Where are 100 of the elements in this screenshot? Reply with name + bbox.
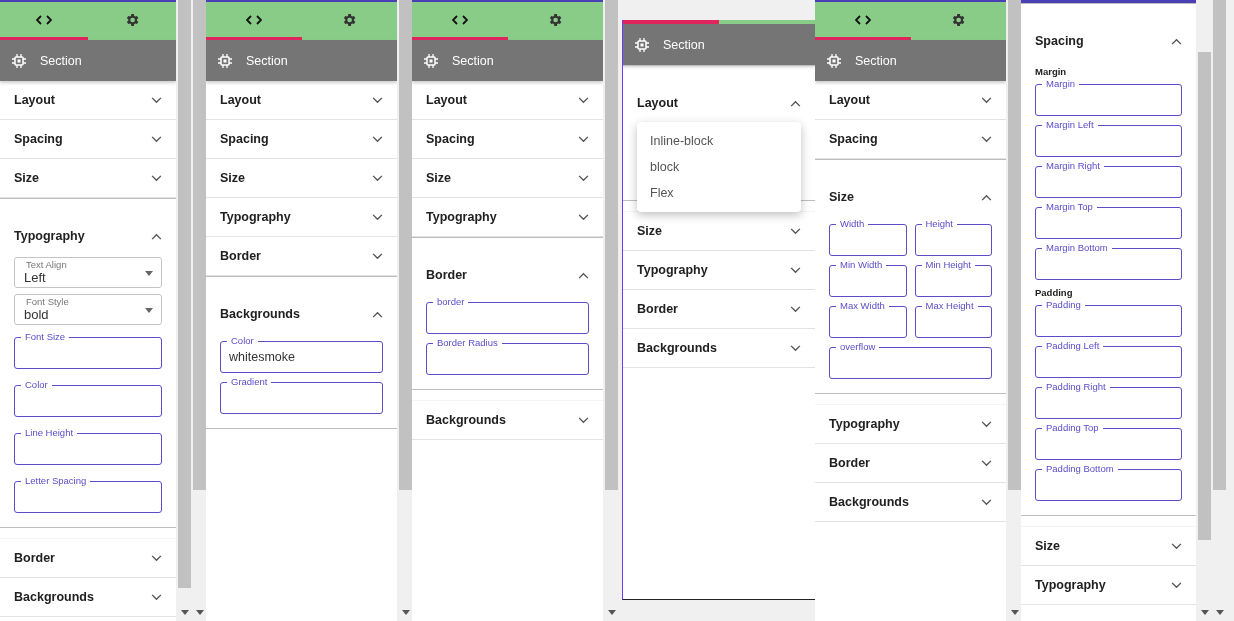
field-label: Padding — [1042, 299, 1085, 311]
input-field[interactable]: Max Height — [914, 300, 992, 338]
field-label: Max Height — [921, 300, 978, 312]
input-field[interactable]: Letter Spacing — [14, 475, 162, 513]
accordion-header[interactable]: Typography — [1021, 566, 1196, 604]
field-label: Padding Left — [1042, 340, 1104, 352]
chevron-down-icon — [578, 416, 589, 424]
accordion-header[interactable]: Border — [0, 539, 176, 577]
accordion-header[interactable]: Typography — [206, 198, 397, 236]
input-field[interactable]: Margin — [1035, 78, 1182, 116]
accordion-header[interactable]: Layout — [206, 81, 397, 119]
accordion-header[interactable]: Size — [0, 159, 176, 197]
chevron-down-icon — [578, 135, 589, 143]
gear-icon — [341, 11, 358, 28]
chevron-down-icon — [151, 174, 162, 182]
code-icon — [245, 14, 262, 25]
input-field[interactable]: Margin Top — [1035, 201, 1182, 239]
accordion-header[interactable]: Typography — [412, 198, 603, 236]
select-field[interactable]: Font Style bold — [14, 294, 162, 325]
field-label: Margin — [1042, 78, 1080, 90]
caret-icon — [145, 308, 153, 313]
header-title: Section — [663, 37, 705, 52]
input-field[interactable]: Max Width — [829, 300, 907, 338]
accordion-header[interactable]: Size — [412, 159, 603, 197]
chevron-down-icon — [790, 266, 801, 274]
input-field[interactable]: Width — [829, 218, 907, 256]
caret-icon — [145, 271, 153, 276]
input-field[interactable]: overflow — [829, 341, 992, 379]
input-field[interactable]: Font Size — [14, 331, 162, 369]
chevron-down-icon — [578, 174, 589, 182]
accordion-header[interactable]: Typography — [815, 405, 1006, 443]
input-field[interactable]: Height — [914, 218, 992, 256]
field-label: Padding Top — [1042, 422, 1103, 434]
input-field[interactable]: Padding Right — [1035, 381, 1182, 419]
input-field[interactable]: Color whitesmoke — [220, 335, 383, 373]
accordion-header[interactable]: Spacing — [412, 120, 603, 158]
input-field[interactable]: Min Width — [829, 259, 907, 297]
accordion-header[interactable]: Size — [623, 212, 815, 250]
input-field[interactable]: Min Height — [914, 259, 992, 297]
accordion-header[interactable]: Layout — [0, 81, 176, 119]
input-field[interactable]: Border Radius — [426, 337, 589, 375]
input-field[interactable]: Padding Bottom — [1035, 463, 1182, 501]
input-field[interactable]: Padding — [1035, 299, 1182, 337]
chevron-down-icon — [151, 96, 162, 104]
chevron-down-icon — [372, 174, 383, 182]
accordion-header[interactable]: Border — [623, 290, 815, 328]
accordion-header[interactable]: Spacing — [1021, 22, 1196, 60]
accordion-header[interactable]: Backgrounds — [623, 329, 815, 367]
accordion-header[interactable]: Size — [815, 178, 1006, 216]
accordion-header[interactable]: Typography — [0, 217, 176, 255]
accordion-header[interactable]: Border — [206, 237, 397, 275]
select-field[interactable]: Text Align Left — [14, 257, 162, 288]
accordion-header[interactable]: Layout — [412, 81, 603, 119]
header-title: Section — [452, 53, 494, 68]
menu-item[interactable]: Inline-block — [637, 128, 801, 154]
menu-item[interactable]: Flex — [637, 180, 801, 206]
chevron-down-icon — [790, 344, 801, 352]
input-field[interactable]: border — [426, 296, 589, 334]
field-value: whitesmoke — [229, 350, 295, 364]
accordion-header[interactable]: Backgrounds — [0, 578, 176, 616]
chevron-up-icon — [981, 193, 992, 201]
accordion-header[interactable]: Spacing — [206, 120, 397, 158]
field-label: Margin Right — [1042, 160, 1104, 172]
input-field[interactable]: Margin Right — [1035, 160, 1182, 198]
group-heading: Margin — [1035, 66, 1068, 77]
input-field[interactable]: Padding Top — [1035, 422, 1182, 460]
code-icon — [854, 14, 871, 25]
chevron-down-icon — [790, 305, 801, 313]
accordion-header[interactable]: Border — [412, 256, 603, 294]
chevron-up-icon — [372, 310, 383, 318]
accordion-header[interactable]: Typography — [623, 251, 815, 289]
accordion-header[interactable]: Backgrounds — [206, 295, 397, 333]
accordion-header[interactable]: Size — [1021, 527, 1196, 565]
field-label: overflow — [836, 341, 880, 353]
gear-icon — [547, 11, 564, 28]
chip-icon — [424, 53, 438, 68]
chevron-down-icon — [151, 593, 162, 601]
field-label: Padding Bottom — [1042, 463, 1118, 475]
field-label: Width — [836, 218, 869, 230]
accordion-header[interactable]: Backgrounds — [412, 401, 603, 439]
field-label: Gradient — [227, 376, 272, 388]
input-field[interactable]: Margin Left — [1035, 119, 1182, 157]
input-field[interactable]: Gradient — [220, 376, 383, 414]
accordion-header[interactable]: Border — [815, 444, 1006, 482]
field-label: Min Height — [921, 259, 975, 271]
menu-item[interactable]: block — [637, 154, 801, 180]
accordion-header[interactable]: Layout — [815, 81, 1006, 119]
accordion-header[interactable]: Layout — [623, 84, 815, 122]
chevron-down-icon — [790, 227, 801, 235]
input-field[interactable]: Padding Left — [1035, 340, 1182, 378]
chevron-up-icon — [151, 232, 162, 240]
input-field[interactable]: Margin Bottom — [1035, 242, 1182, 280]
accordion-header[interactable]: Spacing — [0, 120, 176, 158]
accordion-header[interactable]: Spacing — [815, 120, 1006, 158]
field-value: bold — [24, 307, 49, 322]
input-field[interactable]: Color — [14, 379, 162, 417]
input-field[interactable]: Line Height — [14, 427, 162, 465]
accordion-header[interactable]: Backgrounds — [815, 483, 1006, 521]
field-label: Letter Spacing — [21, 475, 91, 487]
accordion-header[interactable]: Size — [206, 159, 397, 197]
